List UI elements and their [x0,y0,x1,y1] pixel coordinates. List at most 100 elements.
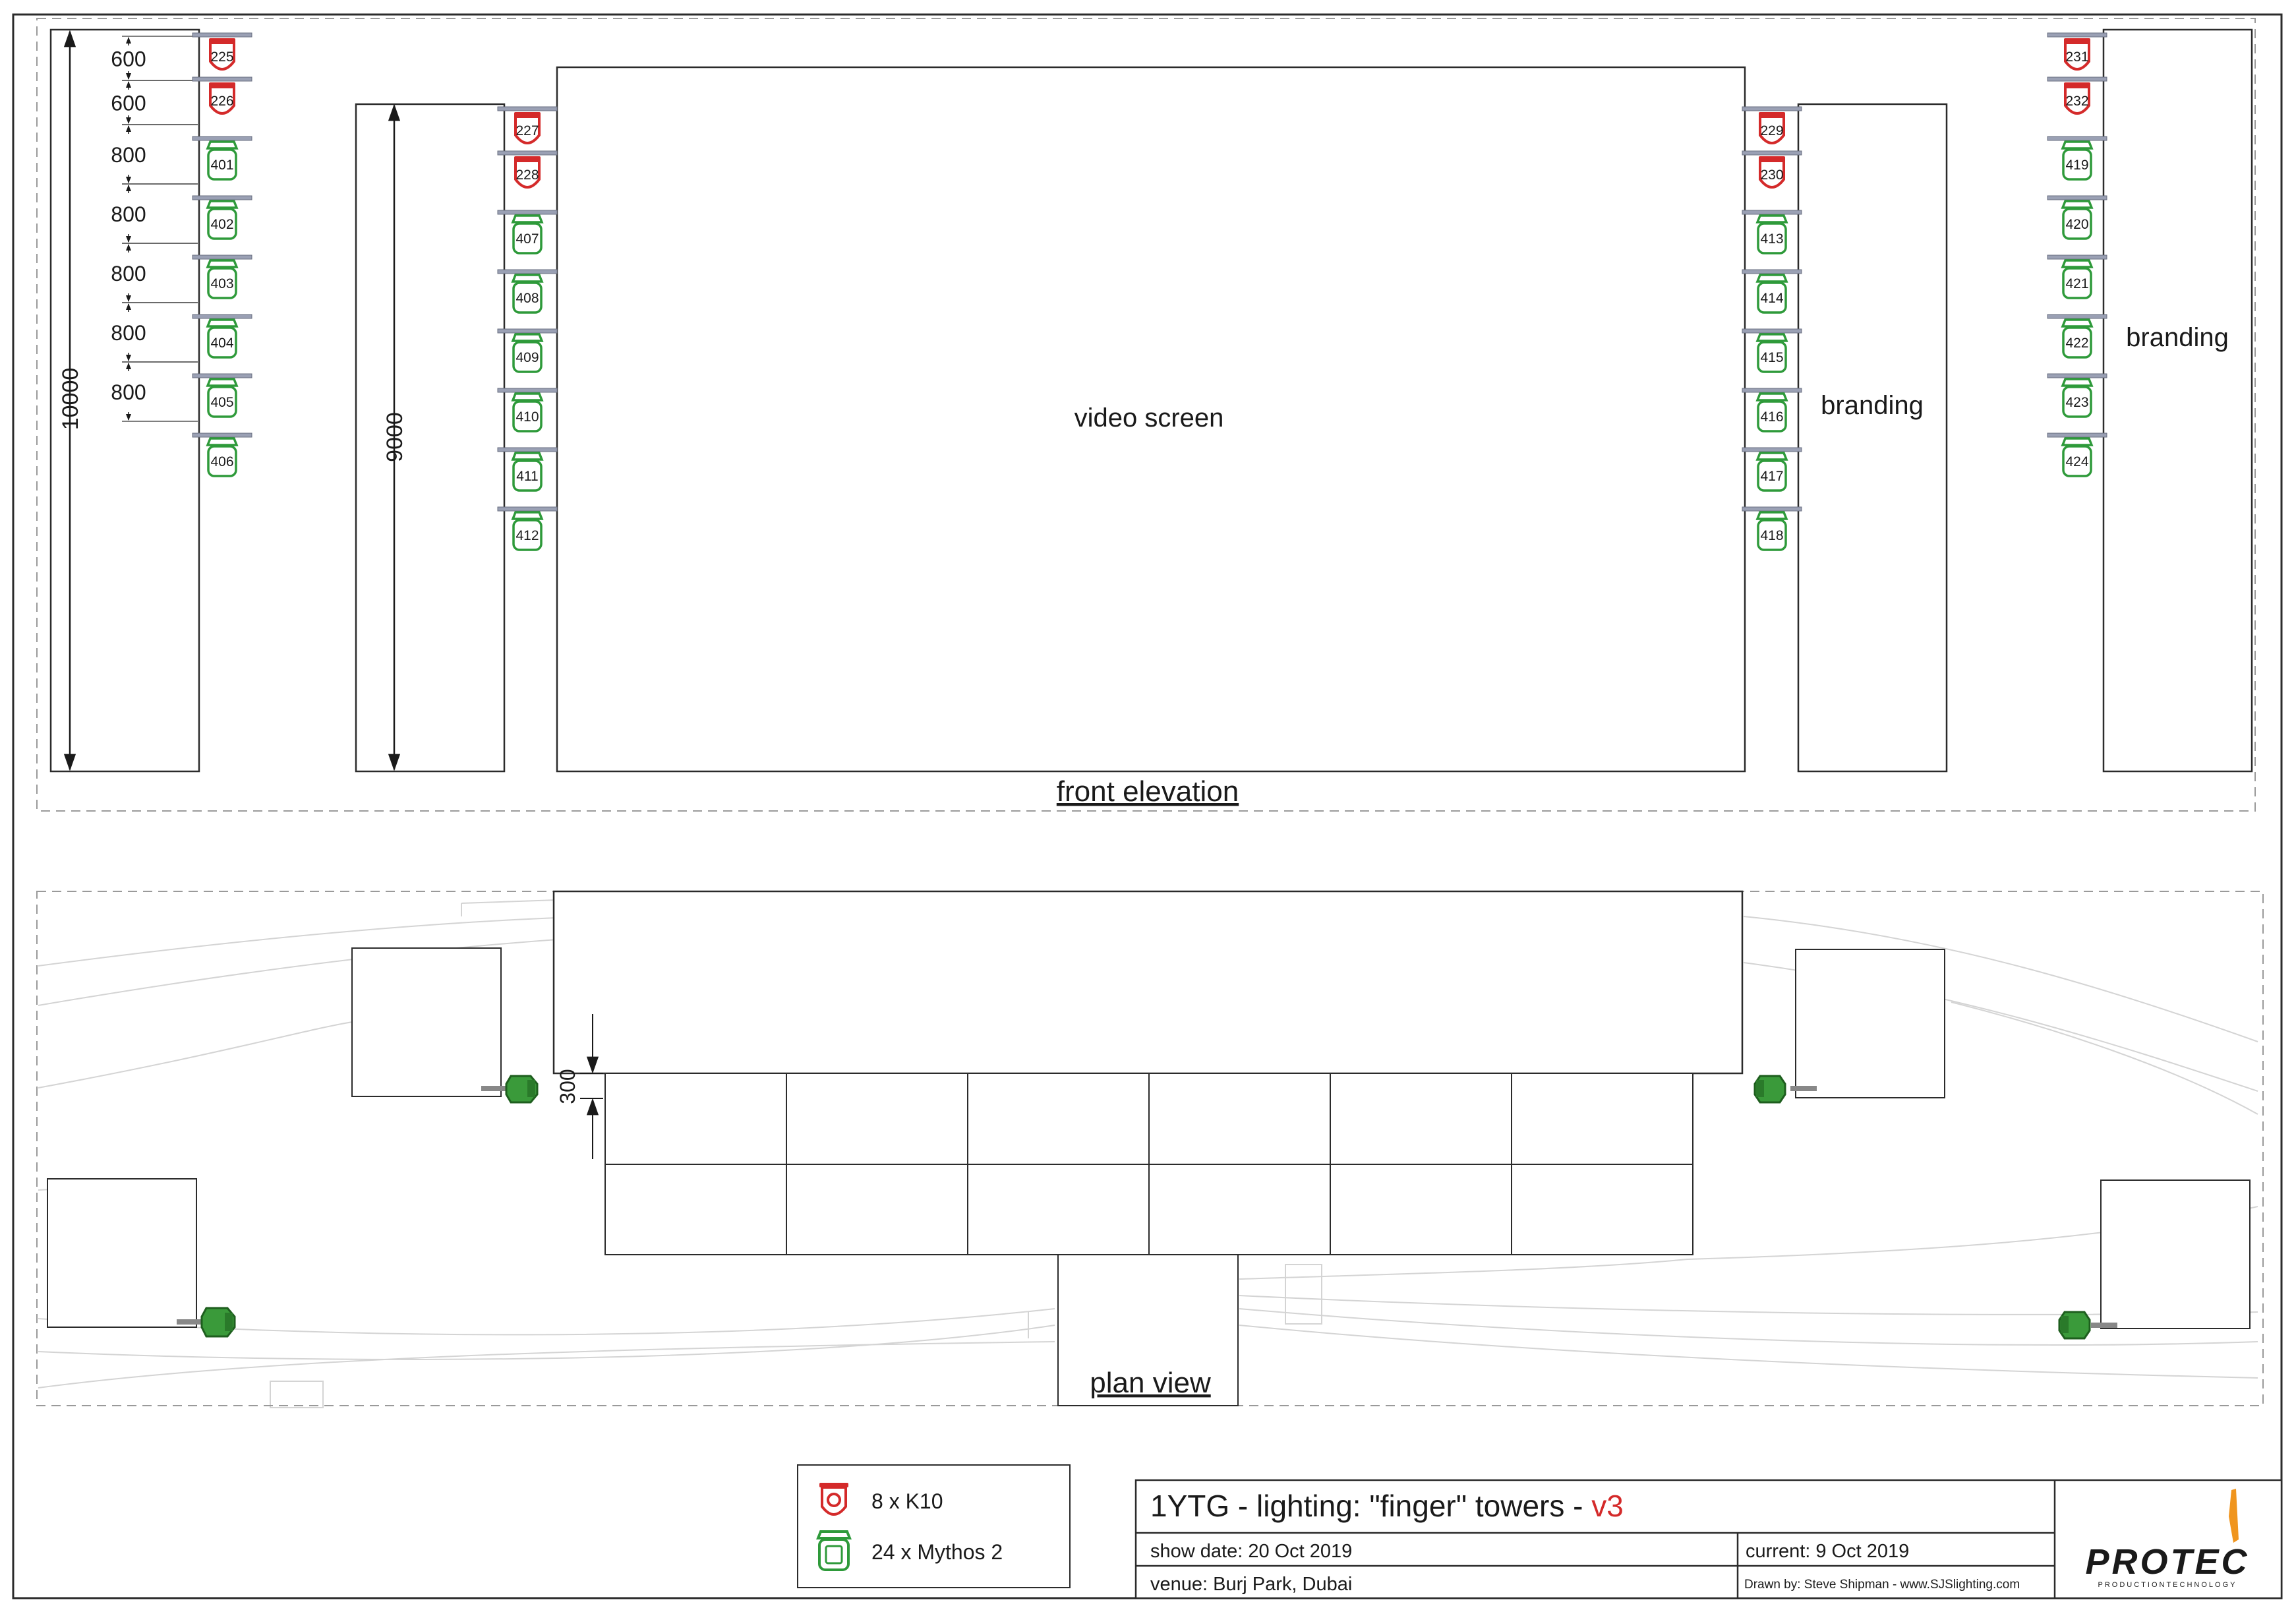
spacing-label: 800 [111,143,146,167]
truss-bar [1742,506,1802,512]
truss-bar [2047,254,2107,260]
truss-bar [497,447,558,452]
fixture-id-label: 232 [2065,94,2088,109]
fixture-id-label: 228 [515,167,539,183]
truss-bar [192,76,252,82]
truss-bar [2047,433,2107,438]
spacing-dimensions: 600 600 800 800 800 800 800 [111,36,198,422]
drawn-by: Drawn by: Steve Shipman - www.SJSlightin… [1744,1578,2020,1592]
fixture-id-label: 424 [2065,454,2088,469]
spacing-dimension: 800 [111,243,198,303]
spacing-dimension: 800 [111,361,198,422]
dimension-10000: 10000 [58,368,83,431]
legend: 8 x K10 24 x Mythos 2 [797,1464,1071,1588]
plan-view: 300 plan view [36,890,2264,1408]
fixture-id-label: 415 [1760,350,1783,365]
truss-bar [192,254,252,260]
fixture-column-3: 229 230 413 414 415 416 417 418 [1742,106,1802,551]
truss-bar [2047,195,2107,200]
truss-bar [2047,76,2107,82]
fixture-column-2: 227 228 407 408 409 410 411 412 [497,106,558,551]
truss-bar [192,314,252,319]
truss-bar [497,269,558,274]
fixture-id-label: 230 [1760,167,1783,183]
drawing-title-main: 1YTG - lighting: "finger" towers - [1150,1489,1591,1523]
current-date: current: 9 Oct 2019 [1746,1541,1909,1562]
plan-tower-mid-left [351,947,502,1097]
fixture-id-label: 406 [210,454,233,469]
drawing-version: v3 [1591,1489,1624,1523]
fixture-id-label: 419 [2065,158,2088,173]
offset-dimension-label: 300 [556,1069,579,1104]
fixture-id-label: 405 [210,395,233,410]
stage-deck-grid [604,1073,1693,1255]
plan-tower-mid-right [1795,949,1945,1098]
tower-right [2102,28,2253,773]
truss-bar [497,150,558,156]
fixture-id-label: 403 [210,276,233,291]
truss-bar [1742,388,1802,393]
truss-bar [192,373,252,378]
fixture-id-label: 421 [2065,276,2088,291]
fixture-id-label: 409 [515,350,539,365]
fixture-id-label: 226 [210,94,233,109]
fixture-id-label: 413 [1760,231,1783,247]
branding-label-right: branding [2126,323,2229,352]
fixture-id-label: 418 [1760,528,1783,543]
truss-bar [192,433,252,438]
truss-bar [2047,314,2107,319]
spacing-dimension: 600 [111,80,198,125]
tower-mid-left [355,103,506,773]
truss-bar [2047,32,2107,38]
spacing-label: 600 [111,47,146,71]
spacing-label: 800 [111,202,146,226]
fixture-id-label: 420 [2065,217,2088,232]
truss-bar [1742,447,1802,452]
fixture-id-label: 408 [515,291,539,306]
fixture-column-1: 225 226 401 402 403 404 405 406 [192,32,252,477]
fixture-id-label: 407 [515,231,539,247]
fixture-id-label: 231 [2065,49,2088,65]
fixture-id-label: 402 [210,217,233,232]
spacing-label: 800 [111,262,146,285]
truss-bar [497,388,558,393]
plan-tower-left [47,1178,197,1328]
plan-view-caption: plan view [1090,1367,1211,1399]
fixture-id-label: 416 [1760,409,1783,425]
dimension-9000: 9000 [382,412,407,462]
plan-video-screen [552,890,1744,1075]
fixture-id-label: 414 [1760,291,1783,306]
truss-bar [192,195,252,200]
truss-bar [1742,210,1802,215]
spacing-label: 800 [111,321,146,345]
legend-k10-label: 8 x K10 [871,1489,943,1513]
fixture-id-label: 410 [515,409,539,425]
spacing-dimension: 800 [111,302,198,363]
truss-bar [497,106,558,111]
truss-bar [2047,373,2107,378]
spacing-dimension: 800 [111,183,198,244]
truss-bar [2047,136,2107,141]
fixture-id-label: 225 [210,49,233,65]
legend-k10-icon [819,1483,848,1516]
plan-tower-right [2100,1179,2251,1329]
fixture-id-label: 411 [516,469,538,484]
front-elevation-caption: front elevation [1057,775,1239,808]
fixture-id-label: 401 [210,158,233,173]
spacing-dimension: 800 [111,124,198,185]
truss-bar [497,328,558,334]
drawing-title: 1YTG - lighting: "finger" towers - v3 [1150,1489,1624,1523]
fixture-columns: 225 226 401 402 403 404 405 406 227 228 407 408 409 4… [192,32,2107,551]
spacing-label: 600 [111,92,146,115]
truss-bar [497,210,558,215]
truss-bar [192,32,252,38]
fixture-id-label: 412 [515,528,539,543]
fixture-id-label: 423 [2065,395,2088,410]
fixture-id-label: 227 [515,123,539,138]
logo-wordmark: PROTEC [2085,1542,2249,1582]
spacing-label: 800 [111,380,146,404]
truss-bar [192,136,252,141]
truss-bar [1742,328,1802,334]
legend-mythos-label: 24 x Mythos 2 [871,1540,1003,1564]
logo-tagline: PRODUCTIONTECHNOLOGY [2098,1581,2237,1589]
